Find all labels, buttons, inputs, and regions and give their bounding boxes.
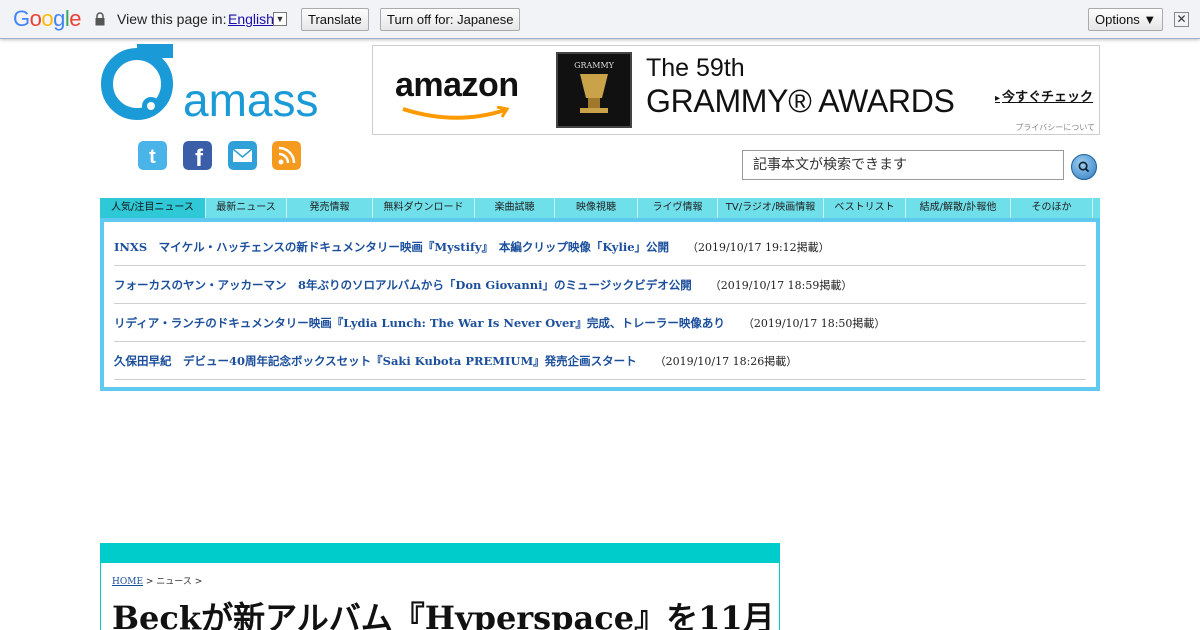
breadcrumb-home-link[interactable]: HOME (112, 577, 143, 587)
tab-song-preview[interactable]: 楽曲試聴 (475, 198, 555, 218)
article: HOME > ニュース > Beckが新アルバム『Hyperspace』を11月 (100, 563, 780, 630)
search-icon[interactable] (1071, 154, 1097, 180)
tab-free-download[interactable]: 無料ダウンロード (373, 198, 475, 218)
tab-video[interactable]: 映像視聴 (555, 198, 638, 218)
twitter-icon[interactable]: t (138, 141, 167, 170)
news-title-link[interactable]: INXS マイケル・ハッチェンスの新ドキュメンタリー映画『Mystify』 本編… (114, 240, 669, 254)
news-title-link[interactable]: リディア・ランチのドキュメンタリー映画『Lydia Lunch: The War… (114, 316, 725, 330)
translate-button[interactable]: Translate (301, 8, 369, 31)
ad-privacy-link[interactable]: プライバシーについて (1015, 122, 1095, 133)
tab-latest-news[interactable]: 最新ニュース (206, 198, 287, 218)
lock-icon (95, 12, 105, 26)
tab-popular-news[interactable]: 人気/注目ニュース (100, 198, 206, 218)
view-page-label: View this page in: (117, 11, 227, 27)
site-logo[interactable]: amass (99, 44, 329, 126)
options-button[interactable]: Options ▼ (1088, 8, 1164, 31)
news-date: （2019/10/17 18:50掲載） (742, 317, 886, 330)
chevron-down-icon[interactable]: ▼ (273, 12, 287, 26)
news-title-link[interactable]: フォーカスのヤン・アッカーマン 8年ぶりのソロアルバムから「Don Giovan… (114, 278, 692, 292)
list-item: フォーカスのヤン・アッカーマン 8年ぶりのソロアルバムから「Don Giovan… (114, 266, 1086, 304)
svg-text:t: t (149, 146, 156, 168)
tab-best-list[interactable]: ベストリスト (824, 198, 906, 218)
breadcrumb-rest: > ニュース > (143, 577, 203, 587)
ad-cta-link[interactable]: 今すぐチェック (995, 86, 1093, 105)
album-label: GRAMMY (574, 61, 615, 70)
turn-off-button[interactable]: Turn off for: Japanese (380, 8, 521, 31)
close-icon[interactable]: ✕ (1174, 12, 1189, 27)
language-select[interactable]: English (228, 11, 274, 27)
tab-release-info[interactable]: 発売情報 (287, 198, 373, 218)
tab-formation-breakup[interactable]: 結成/解散/訃報他 (906, 198, 1011, 218)
news-date: （2019/10/17 18:26掲載） (654, 355, 798, 368)
rss-icon[interactable] (272, 141, 301, 170)
article-header-bar (100, 543, 780, 563)
news-date: （2019/10/17 18:59掲載） (709, 279, 853, 292)
album-cover: GRAMMY (556, 52, 632, 128)
svg-text:f: f (195, 145, 204, 170)
news-title-link[interactable]: 久保田早紀 デビュー40周年記念ボックスセット『Saki Kubota PREM… (114, 354, 637, 368)
search-input[interactable]: 記事本文が検索できます (742, 150, 1064, 180)
mail-icon[interactable] (228, 141, 257, 170)
ad-brand: amazon (395, 66, 519, 104)
news-date: （2019/10/17 19:12掲載） (687, 241, 830, 254)
tab-others[interactable]: そのほか (1011, 198, 1093, 218)
facebook-icon[interactable]: f (183, 141, 212, 170)
list-item: リディア・ランチのドキュメンタリー映画『Lydia Lunch: The War… (114, 304, 1086, 342)
list-item: INXS マイケル・ハッチェンスの新ドキュメンタリー映画『Mystify』 本編… (114, 228, 1086, 266)
translate-bar: Google View this page in: English ▼ Tran… (0, 0, 1200, 39)
tab-tv-radio-movie[interactable]: TV/ラジオ/映画情報 (718, 198, 824, 218)
ad-line1: The 59th (646, 54, 745, 82)
ad-banner[interactable]: amazon GRAMMY The 59th GRAMMY® AWARDS 今す… (372, 45, 1100, 135)
ad-line2: GRAMMY® AWARDS (646, 83, 955, 119)
google-logo: Google (13, 6, 82, 31)
logo-text: amass (183, 74, 318, 126)
list-item: 久保田早紀 デビュー40周年記念ボックスセット『Saki Kubota PREM… (114, 342, 1086, 380)
amazon-smile-icon (402, 106, 510, 120)
page-title: Beckが新アルバム『Hyperspace』を11月 (112, 599, 775, 630)
popular-news-list: INXS マイケル・ハッチェンスの新ドキュメンタリー映画『Mystify』 本編… (100, 218, 1100, 391)
tab-live-info[interactable]: ライヴ情報 (638, 198, 718, 218)
category-nav: 人気/注目ニュース 最新ニュース 発売情報 無料ダウンロード 楽曲試聴 映像視聴… (100, 198, 1100, 218)
breadcrumb: HOME > ニュース > (112, 574, 202, 587)
